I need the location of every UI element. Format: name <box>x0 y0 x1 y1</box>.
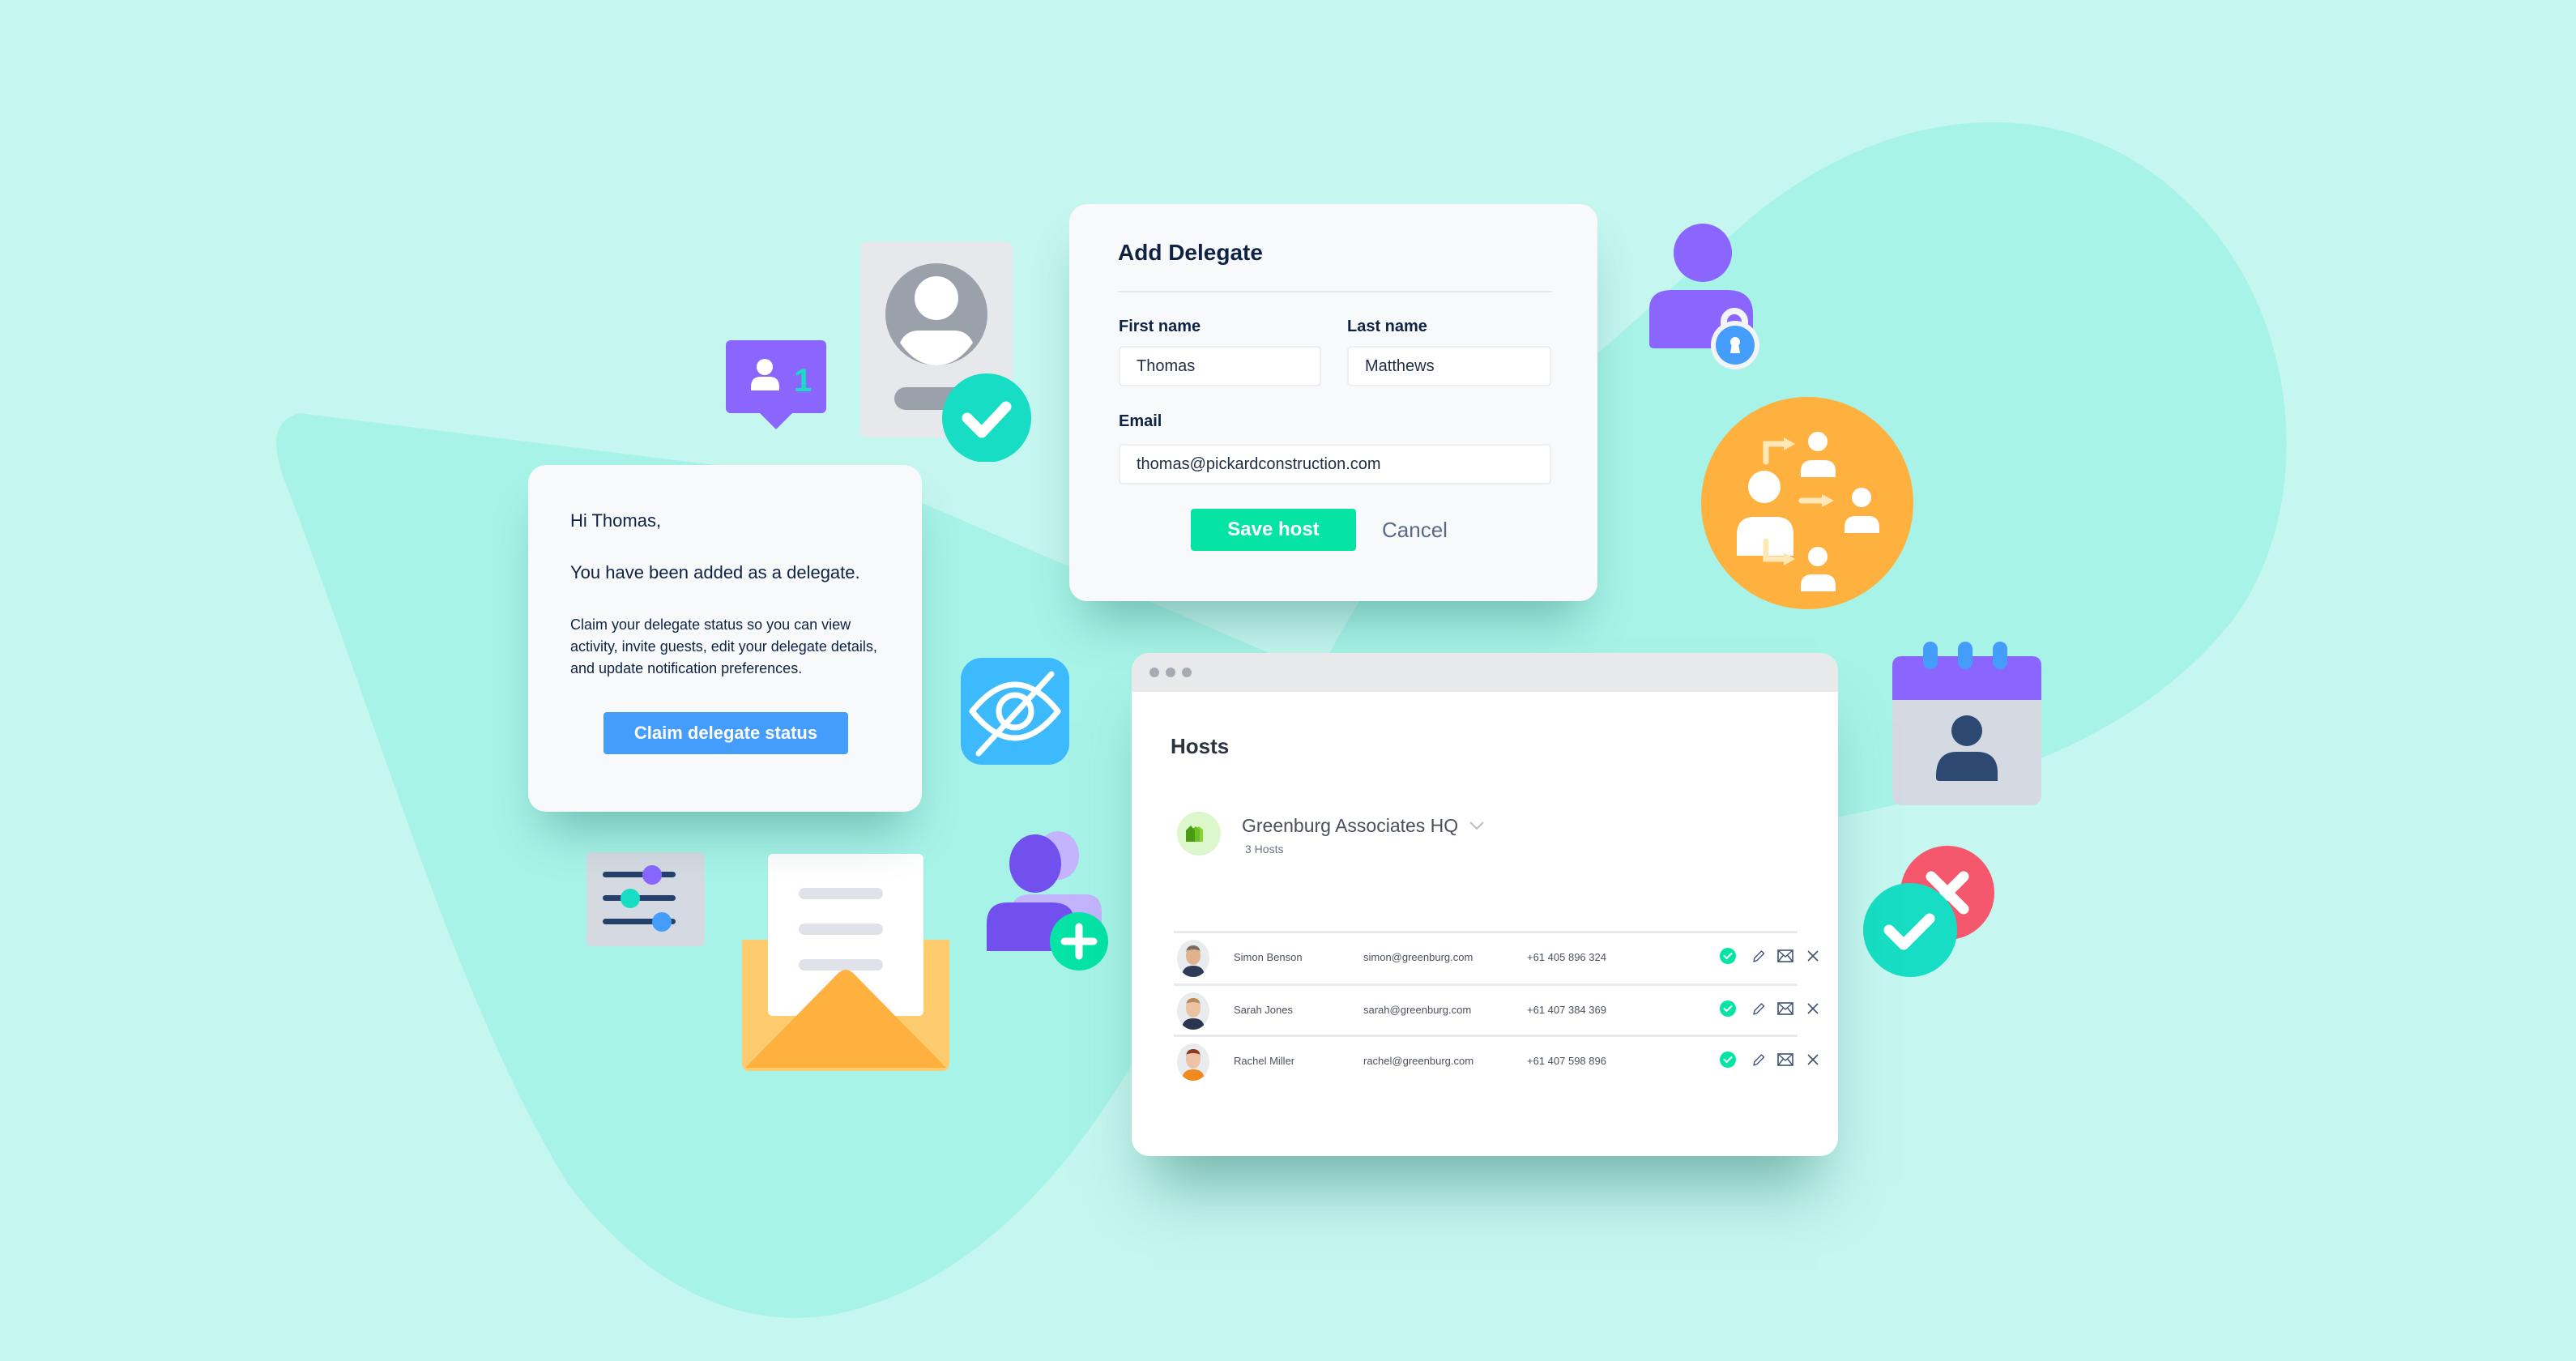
organization-host-count: 3 Hosts <box>1245 843 1284 855</box>
window-dot <box>1182 668 1192 677</box>
email-envelope-icon[interactable] <box>1776 1052 1794 1068</box>
calendar-user-icon <box>1892 642 2041 805</box>
profile-card-icon <box>860 241 1031 462</box>
notification-count: 1 <box>794 363 812 399</box>
host-row: Sarah Jones sarah@greenburg.com +61 407 … <box>1174 983 1819 1038</box>
host-phone: +61 407 598 896 <box>1527 1055 1606 1067</box>
host-name: Simon Benson <box>1234 951 1303 963</box>
host-phone: +61 407 384 369 <box>1527 1004 1606 1016</box>
eye-off-icon <box>961 658 1069 765</box>
cancel-button[interactable]: Cancel <box>1382 509 1448 551</box>
delegate-share-icon <box>1701 397 1913 609</box>
approve-reject-icon <box>1863 846 1994 977</box>
sliders-icon <box>586 852 705 946</box>
host-name: Sarah Jones <box>1234 1004 1293 1016</box>
email-label: Email <box>1119 412 1162 430</box>
email-envelope-icon[interactable] <box>1776 1000 1794 1017</box>
email-greeting: Hi Thomas, <box>570 510 662 531</box>
email-value: thomas@pickardconstruction.com <box>1137 454 1381 473</box>
confirmed-check-icon[interactable] <box>1720 948 1736 964</box>
dialog-title: Add Delegate <box>1118 240 1263 265</box>
first-name-label: First name <box>1119 318 1201 335</box>
remove-x-icon[interactable] <box>1806 1000 1820 1017</box>
host-name: Rachel Miller <box>1234 1055 1295 1067</box>
organization-logo <box>1177 812 1221 855</box>
delegate-email-card: Hi Thomas, You have been added as a dele… <box>528 465 922 812</box>
chevron-down-icon[interactable] <box>1469 820 1485 831</box>
last-name-label: Last name <box>1347 318 1427 335</box>
host-email: rachel@greenburg.com <box>1363 1055 1474 1067</box>
email-body: Claim your delegate status so you can vi… <box>570 617 877 676</box>
edit-pencil-icon[interactable] <box>1751 1052 1767 1068</box>
add-user-icon <box>987 831 1108 971</box>
hosts-window: Hosts Greenburg Associates HQ 3 Hosts Si… <box>1132 653 1838 1156</box>
hosts-title: Hosts <box>1171 734 1230 758</box>
claim-delegate-status-button[interactable]: Claim delegate status <box>603 712 848 754</box>
check-badge-icon <box>942 373 1031 462</box>
host-email: sarah@greenburg.com <box>1363 1004 1472 1016</box>
window-dot <box>1166 668 1175 677</box>
edit-pencil-icon[interactable] <box>1751 948 1767 964</box>
last-name-value: Matthews <box>1365 356 1435 375</box>
email-field[interactable]: thomas@pickardconstruction.com <box>1119 444 1551 484</box>
email-headline: You have been added as a delegate. <box>570 562 860 582</box>
host-row: Rachel Miller rachel@greenburg.com +61 4… <box>1174 1035 1819 1089</box>
host-email: simon@greenburg.com <box>1363 951 1474 963</box>
notification-user-icon: 1 <box>726 340 826 429</box>
first-name-value: Thomas <box>1137 356 1196 375</box>
avatar <box>1177 940 1209 977</box>
window-titlebar <box>1132 653 1838 692</box>
first-name-field[interactable]: Thomas <box>1119 346 1321 386</box>
confirmed-check-icon[interactable] <box>1720 1000 1736 1017</box>
window-dot <box>1149 668 1159 677</box>
divider <box>1118 291 1552 292</box>
edit-pencil-icon[interactable] <box>1751 1000 1767 1017</box>
avatar <box>1177 1043 1209 1081</box>
user-lock-icon <box>1649 224 1759 369</box>
confirmed-check-icon[interactable] <box>1720 1052 1736 1068</box>
envelope-letter-icon <box>742 854 949 1071</box>
email-envelope-icon[interactable] <box>1776 948 1794 964</box>
add-delegate-dialog: Add Delegate First name Thomas Last name… <box>1069 204 1597 601</box>
last-name-field[interactable]: Matthews <box>1347 346 1551 386</box>
remove-x-icon[interactable] <box>1806 948 1820 964</box>
host-row: Simon Benson simon@greenburg.com +61 405… <box>1174 931 1819 985</box>
building-icon <box>1186 826 1203 842</box>
host-phone: +61 405 896 324 <box>1527 951 1606 963</box>
organization-name: Greenburg Associates HQ <box>1242 815 1459 836</box>
remove-x-icon[interactable] <box>1806 1052 1820 1068</box>
save-host-button[interactable]: Save host <box>1191 509 1356 551</box>
avatar <box>1177 992 1209 1030</box>
